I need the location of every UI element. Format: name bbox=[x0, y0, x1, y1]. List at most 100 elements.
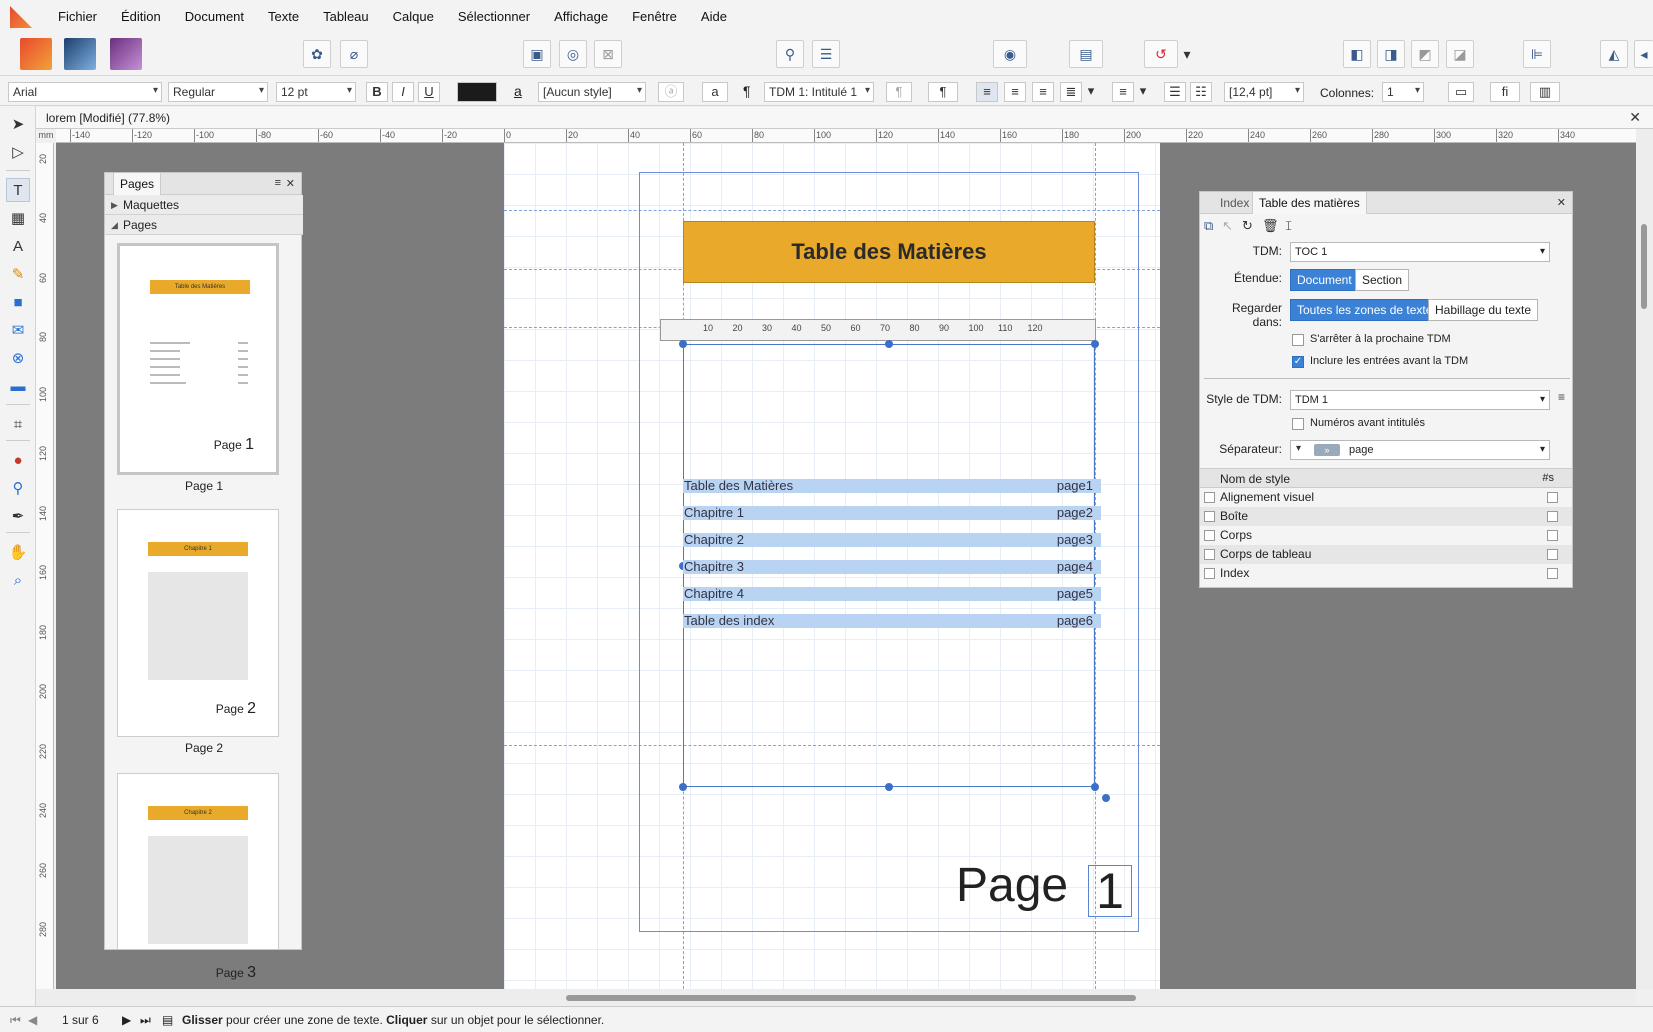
list-item[interactable]: Corps de tableau bbox=[1200, 545, 1572, 564]
look-all-frames-button[interactable]: Toutes les zones de texte bbox=[1290, 299, 1440, 321]
resize-handle[interactable] bbox=[679, 783, 687, 791]
preflight-dropdown-icon[interactable]: ▾ bbox=[1180, 40, 1194, 68]
toc-entry[interactable]: Table des Matières page1 bbox=[683, 478, 1101, 493]
glyph-a-button[interactable]: a bbox=[702, 82, 728, 102]
font-family-select[interactable]: Arial bbox=[8, 82, 162, 102]
crop-tool-icon[interactable]: ⌗ bbox=[6, 412, 30, 436]
close-icon[interactable]: ✕ bbox=[286, 177, 295, 190]
eyedropper-tool-icon[interactable]: ✒ bbox=[6, 504, 30, 528]
ligature-button[interactable]: fi bbox=[1490, 82, 1520, 102]
page-thumbnail[interactable]: Chapitre 1 Page 2 bbox=[117, 509, 279, 737]
list-item[interactable]: Index bbox=[1200, 564, 1572, 583]
pages-section[interactable]: ◢ Pages bbox=[105, 215, 303, 235]
scope-document-button[interactable]: Document bbox=[1290, 269, 1359, 291]
resize-handle[interactable] bbox=[1091, 783, 1099, 791]
character-style-select[interactable]: [Aucun style] bbox=[538, 82, 646, 102]
update-toc-icon[interactable]: ↻ bbox=[1242, 218, 1253, 234]
justify-text-icon[interactable]: ≣ bbox=[1060, 82, 1082, 102]
arrange-forward-icon[interactable]: ◨ bbox=[1377, 40, 1405, 68]
vertical-align-dropdown-icon[interactable]: ▾ bbox=[1136, 82, 1150, 102]
publisher-persona-icon[interactable] bbox=[20, 38, 52, 70]
color-picker-tool-icon[interactable]: ● bbox=[6, 448, 30, 472]
zoom-tool-icon[interactable]: ⌕ bbox=[6, 568, 30, 592]
align-left-icon[interactable]: ⊫ bbox=[1523, 40, 1551, 68]
resize-handle[interactable] bbox=[1091, 340, 1099, 348]
underline-a-icon[interactable]: a bbox=[514, 83, 522, 99]
text-cursor-icon[interactable]: 𝙸 bbox=[1284, 218, 1293, 234]
page-thumbnail[interactable]: Chapitre 2 Page 3 bbox=[117, 773, 279, 981]
preflight-icon[interactable]: ↺ bbox=[1144, 40, 1178, 68]
artistic-text-tool-icon[interactable]: A bbox=[6, 234, 30, 258]
menu-fenetre[interactable]: Fenêtre bbox=[620, 0, 689, 34]
include-before-checkbox[interactable]: ✓ bbox=[1292, 356, 1304, 368]
numbered-list-icon[interactable]: ☷ bbox=[1190, 82, 1212, 102]
page-number-field[interactable]: 1 bbox=[1088, 865, 1132, 917]
list-item[interactable]: Boîte bbox=[1200, 507, 1572, 526]
table-tool-icon[interactable]: ▦ bbox=[6, 206, 30, 230]
tdm-select[interactable]: TOC 1 bbox=[1290, 242, 1550, 262]
first-page-icon[interactable]: ⏮ bbox=[10, 1013, 21, 1028]
pin-icon[interactable]: ⚲ bbox=[776, 40, 804, 68]
hand-tool-icon[interactable]: ✋ bbox=[6, 540, 30, 564]
arrange-back-icon[interactable]: ◪ bbox=[1446, 40, 1474, 68]
panel-menu-icon[interactable]: ≡ bbox=[275, 177, 281, 189]
circle-frame-icon[interactable]: ◎ bbox=[559, 40, 587, 68]
toc-entry[interactable]: Chapitre 2 page3 bbox=[683, 532, 1101, 547]
numbers-before-checkbox[interactable] bbox=[1292, 418, 1304, 430]
text-color-swatch[interactable] bbox=[457, 82, 497, 102]
arrange-front-icon[interactable]: ◧ bbox=[1343, 40, 1371, 68]
close-icon[interactable]: ✕ bbox=[1629, 109, 1641, 126]
chart-icon[interactable]: ▥ bbox=[1530, 82, 1560, 102]
menu-fichier[interactable]: Fichier bbox=[46, 0, 109, 34]
paragraph-button[interactable]: ¶ bbox=[928, 82, 958, 102]
clear-paragraph-style-icon[interactable]: ¶ bbox=[886, 82, 912, 102]
list-item[interactable]: Alignement visuel bbox=[1200, 488, 1572, 507]
resize-handle[interactable] bbox=[885, 783, 893, 791]
bold-button[interactable]: B bbox=[366, 82, 388, 102]
place-image-tool-icon[interactable]: ▬ bbox=[6, 374, 30, 398]
stop-next-checkbox[interactable] bbox=[1292, 334, 1304, 346]
align-right-text-icon[interactable]: ≡ bbox=[1032, 82, 1054, 102]
designer-persona-icon[interactable] bbox=[64, 38, 96, 70]
bullet-list-icon[interactable]: ☰ bbox=[1164, 82, 1186, 102]
photo-persona-icon[interactable] bbox=[110, 38, 142, 70]
rotate-handle[interactable] bbox=[1102, 794, 1110, 802]
look-text-wrap-button[interactable]: Habillage du texte bbox=[1428, 299, 1539, 321]
tab-index[interactable]: Index bbox=[1214, 192, 1255, 214]
vertical-scrollbar[interactable] bbox=[1636, 129, 1653, 989]
menu-document[interactable]: Document bbox=[173, 0, 256, 34]
baseline-grid-icon[interactable]: ▤ bbox=[1069, 40, 1103, 68]
eraser-icon[interactable]: ⌀ bbox=[340, 40, 368, 68]
rectangle-tool-icon[interactable]: ■ bbox=[6, 290, 30, 314]
toc-entry[interactable]: Chapitre 3 page4 bbox=[683, 559, 1101, 574]
page-title[interactable]: Table des Matières bbox=[683, 221, 1095, 283]
chevron-down-icon[interactable]: ▾ bbox=[1296, 443, 1301, 454]
menu-tableau[interactable]: Tableau bbox=[311, 0, 381, 34]
next-page-icon[interactable]: ▶ bbox=[122, 1013, 131, 1027]
prev-page-icon[interactable]: ◀ bbox=[28, 1013, 37, 1027]
flower-icon[interactable]: ✿ bbox=[303, 40, 331, 68]
document-canvas[interactable]: Table des Matières 10 20 30 40 50 60 70 80 90 100… bbox=[56, 143, 1636, 989]
menu-texte[interactable]: Texte bbox=[256, 0, 311, 34]
leading-select[interactable]: [12,4 pt] bbox=[1224, 82, 1304, 102]
frame-icon[interactable]: ▣ bbox=[523, 40, 551, 68]
circled-a-icon[interactable]: ⓐ bbox=[658, 82, 684, 102]
horizontal-scrollbar[interactable] bbox=[36, 989, 1636, 1006]
page-thumbnail[interactable]: Table des Matières Page 1 bbox=[117, 243, 279, 475]
vertical-align-icon[interactable]: ≡ bbox=[1112, 82, 1134, 102]
align-left-text-icon[interactable]: ≡ bbox=[976, 82, 998, 102]
flip-horizontal-icon[interactable]: ◭ bbox=[1600, 40, 1628, 68]
font-size-select[interactable]: 12 pt bbox=[276, 82, 356, 102]
underline-button[interactable]: U bbox=[418, 82, 440, 102]
font-weight-select[interactable]: Regular bbox=[168, 82, 268, 102]
delete-icon[interactable]: 🗑 bbox=[1262, 218, 1279, 234]
tab-pages[interactable]: Pages bbox=[113, 173, 162, 195]
move-tool-icon[interactable]: ➤ bbox=[6, 112, 30, 136]
ellipse-frame-tool-icon[interactable]: ⊗ bbox=[6, 346, 30, 370]
preview-icon[interactable]: ◉ bbox=[993, 40, 1027, 68]
insert-toc-icon[interactable]: ⧉ bbox=[1204, 218, 1213, 234]
toc-entry[interactable]: Chapitre 1 page2 bbox=[683, 505, 1101, 520]
scope-section-button[interactable]: Section bbox=[1355, 269, 1410, 291]
text-tool-icon[interactable]: T bbox=[6, 178, 30, 202]
arrange-backward-icon[interactable]: ◩ bbox=[1411, 40, 1439, 68]
